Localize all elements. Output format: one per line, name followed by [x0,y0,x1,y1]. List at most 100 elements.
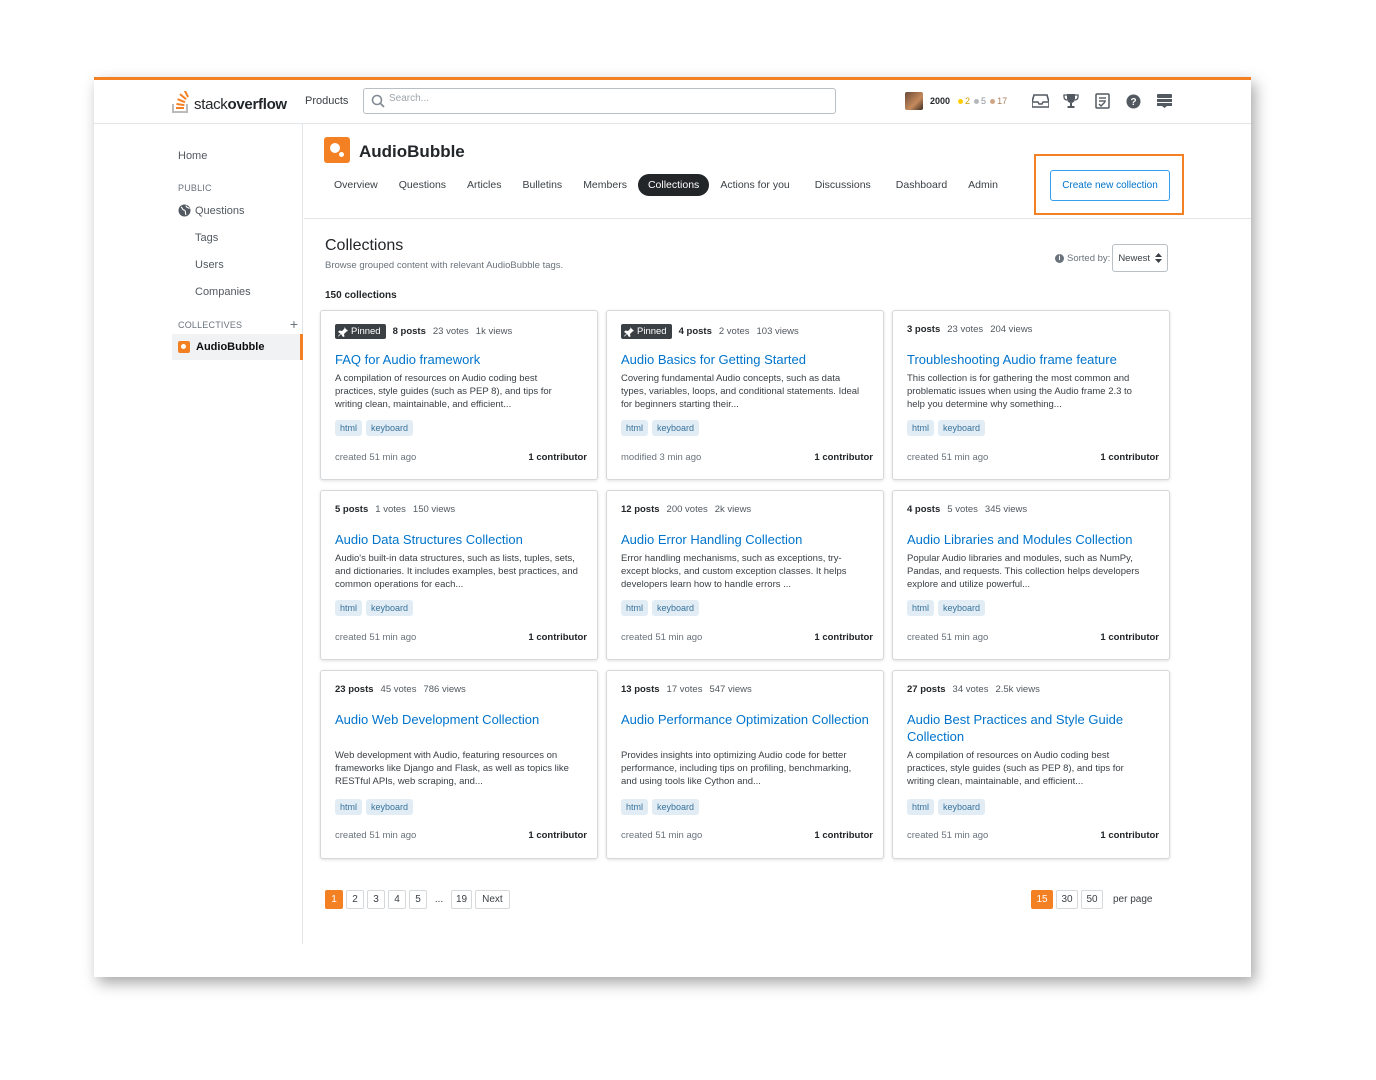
left-sidebar: Home PUBLIC Questions Tags Users Compani… [172,124,303,944]
page-4-button[interactable]: 4 [388,890,406,909]
tag-keyboard[interactable]: keyboard [938,799,986,815]
contributor-count[interactable]: 1 contributor [528,452,587,463]
tab-admin[interactable]: Admin [958,174,1008,196]
tag-html[interactable]: html [621,420,649,436]
search-input[interactable] [389,93,819,104]
tag-html[interactable]: html [621,600,649,616]
card-footer: created 51 min ago 1 contributor [621,830,873,841]
vote-count: 17 votes [666,684,703,695]
collection-title-link[interactable]: Audio Web Development Collection [335,711,595,728]
tab-articles[interactable]: Articles [457,174,511,196]
tag-keyboard[interactable]: keyboard [938,420,986,436]
page-5-button[interactable]: 5 [409,890,427,909]
create-new-collection-button[interactable]: Create new collection [1050,170,1170,201]
products-menu[interactable]: Products [305,95,348,107]
collection-title-link[interactable]: Audio Data Structures Collection [335,531,595,548]
tag-keyboard[interactable]: keyboard [366,600,414,616]
tab-dashboard[interactable]: Dashboard [886,174,957,196]
collection-title-link[interactable]: Audio Best Practices and Style Guide Col… [907,711,1167,745]
contributor-count[interactable]: 1 contributor [1100,830,1159,841]
tab-overview[interactable]: Overview [324,174,388,196]
stackoverflow-logo[interactable]: stackoverflow [172,89,287,113]
tab-members[interactable]: Members [573,174,637,196]
site-switcher-icon[interactable] [1155,92,1173,110]
nav-home[interactable]: Home [178,150,207,162]
page-size-15-button[interactable]: 15 [1031,890,1053,909]
sort-select[interactable]: Newest [1112,244,1169,272]
pagination-ellipsis: ... [434,894,444,905]
tag-html[interactable]: html [335,420,363,436]
page-19-button[interactable]: 19 [451,890,473,909]
collection-card[interactable]: Pinned 8 posts 23 votes 1k views FAQ for… [320,310,598,480]
collection-title-link[interactable]: Audio Performance Optimization Collectio… [621,711,881,728]
inbox-icon[interactable] [1031,92,1049,110]
collection-card[interactable]: 5 posts 1 votes 150 views Audio Data Str… [320,490,598,660]
tag-html[interactable]: html [621,799,649,815]
collection-title-link[interactable]: Audio Error Handling Collection [621,531,881,548]
tab-discussions[interactable]: Discussions [805,174,881,196]
page-2-button[interactable]: 2 [346,890,364,909]
tag-html[interactable]: html [335,600,363,616]
nav-tags[interactable]: Tags [195,232,218,244]
collection-title-link[interactable]: Audio Libraries and Modules Collection [907,531,1167,548]
contributor-count[interactable]: 1 contributor [1100,632,1159,643]
tab-collections[interactable]: Collections [637,174,710,196]
tag-html[interactable]: html [907,799,935,815]
vote-count: 5 votes [947,504,978,515]
collection-title-link[interactable]: FAQ for Audio framework [335,351,595,368]
collection-card[interactable]: 13 posts 17 votes 547 views Audio Perfor… [606,670,884,859]
tab-bulletins[interactable]: Bulletins [512,174,572,196]
view-count: 103 views [756,326,799,337]
nav-collective-audiobubble[interactable]: AudioBubble [172,334,303,360]
collection-card[interactable]: 12 posts 200 votes 2k views Audio Error … [606,490,884,660]
tag-keyboard[interactable]: keyboard [938,600,986,616]
tag-html[interactable]: html [335,799,363,815]
tab-actions-for-you[interactable]: Actions for you [710,174,799,196]
contributor-count[interactable]: 1 contributor [814,452,873,463]
tag-list: html keyboard [907,420,989,436]
avatar[interactable] [905,92,923,110]
next-page-button[interactable]: Next [475,890,510,909]
collection-card[interactable]: 23 posts 45 votes 786 views Audio Web De… [320,670,598,859]
search-box[interactable] [363,88,836,114]
info-icon[interactable]: i [1055,253,1064,263]
collection-title-link[interactable]: Audio Basics for Getting Started [621,351,881,368]
collection-card[interactable]: 27 posts 34 votes 2.5k views Audio Best … [892,670,1170,859]
tag-keyboard[interactable]: keyboard [366,420,414,436]
nav-users[interactable]: Users [195,259,224,271]
timestamp: created 51 min ago [335,632,417,643]
tab-questions[interactable]: Questions [389,174,456,196]
page-size-30-button[interactable]: 30 [1056,890,1078,909]
collection-description: Error handling mechanisms, such as excep… [621,553,847,590]
vote-count: 2 votes [718,326,750,337]
nav-companies[interactable]: Companies [195,286,251,298]
contributor-count[interactable]: 1 contributor [814,830,873,841]
user-card[interactable]: 2000 2 5 17 [905,92,1007,110]
page-3-button[interactable]: 3 [367,890,385,909]
post-count: 4 posts [907,504,941,515]
tag-keyboard[interactable]: keyboard [652,600,700,616]
tag-keyboard[interactable]: keyboard [652,420,700,436]
tag-keyboard[interactable]: keyboard [366,799,414,815]
page-1-button[interactable]: 1 [325,890,343,909]
tag-html[interactable]: html [907,600,935,616]
page-size-50-button[interactable]: 50 [1081,890,1103,909]
help-icon[interactable]: ? [1124,92,1142,110]
collection-title-link[interactable]: Troubleshooting Audio frame feature [907,351,1167,368]
search-icon [371,94,385,108]
contributor-count[interactable]: 1 contributor [814,632,873,643]
collection-card[interactable]: Pinned 4 posts 2 votes 103 views Audio B… [606,310,884,480]
nav-questions[interactable]: Questions [178,204,245,217]
review-queue-icon[interactable] [1093,92,1111,110]
collection-card[interactable]: 3 posts 23 votes 204 views Troubleshooti… [892,310,1170,480]
collection-card[interactable]: 4 posts 5 votes 345 views Audio Librarie… [892,490,1170,660]
tag-list: html keyboard [907,799,989,815]
tag-keyboard[interactable]: keyboard [652,799,700,815]
contributor-count[interactable]: 1 contributor [528,830,587,841]
add-collective-button[interactable]: + [290,316,298,332]
tag-list: html keyboard [907,600,989,616]
contributor-count[interactable]: 1 contributor [528,632,587,643]
tag-html[interactable]: html [907,420,935,436]
achievements-icon[interactable] [1062,92,1080,110]
contributor-count[interactable]: 1 contributor [1100,452,1159,463]
